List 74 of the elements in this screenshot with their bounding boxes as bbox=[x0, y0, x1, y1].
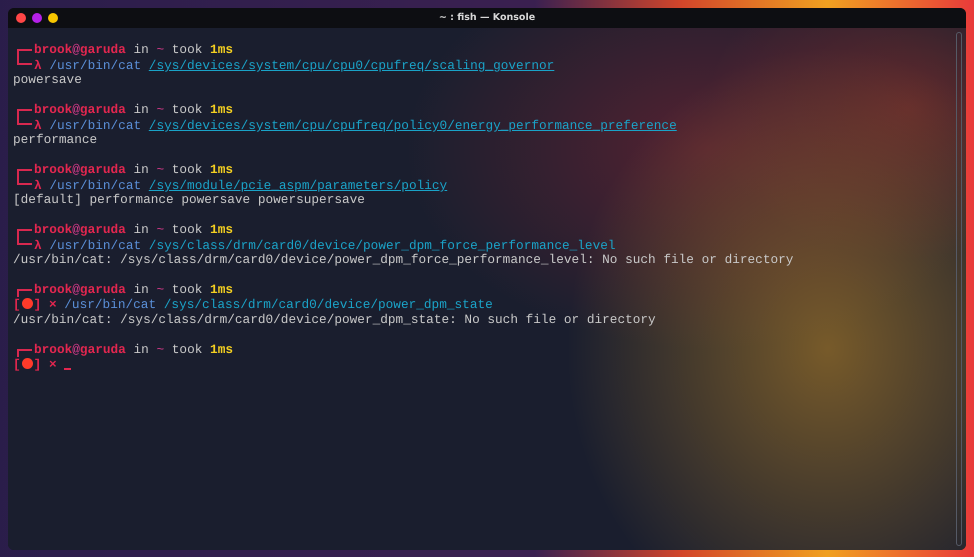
prompt-symbol: λ bbox=[34, 238, 42, 253]
prompt-connector-icon bbox=[17, 289, 32, 297]
username: brook bbox=[34, 342, 72, 357]
command-argument: /sys/devices/system/cpu/cpufreq/policy0/energy_performance_preference bbox=[148, 118, 677, 133]
hostname: garuda bbox=[80, 162, 126, 177]
command-output: powersave bbox=[13, 72, 83, 87]
command-output: [default] performance powersave powersupersave bbox=[13, 192, 366, 207]
prompt-word: in bbox=[134, 102, 149, 117]
prompt-word: took bbox=[172, 42, 202, 57]
scrollbar[interactable] bbox=[956, 32, 962, 546]
duration: 1ms bbox=[210, 282, 234, 297]
maximize-button[interactable] bbox=[32, 13, 42, 23]
prompt-word: in bbox=[134, 342, 149, 357]
directory: ~ bbox=[156, 42, 164, 57]
command-argument: /sys/class/drm/card0/device/power_dpm_state bbox=[164, 297, 493, 312]
username: brook bbox=[34, 222, 72, 237]
username: brook bbox=[34, 162, 72, 177]
close-button[interactable] bbox=[16, 13, 26, 23]
prompt-word: took bbox=[172, 222, 202, 237]
duration: 1ms bbox=[210, 162, 234, 177]
directory: ~ bbox=[156, 102, 164, 117]
command-output: performance bbox=[13, 132, 98, 147]
hostname: garuda bbox=[80, 102, 126, 117]
username: brook bbox=[34, 102, 72, 117]
prompt-symbol: × bbox=[48, 297, 57, 312]
duration: 1ms bbox=[210, 42, 234, 57]
command: /usr/bin/cat bbox=[49, 178, 142, 193]
command-argument: /sys/devices/system/cpu/cpu0/cpufreq/scaling_governor bbox=[148, 58, 554, 73]
at-sign: @ bbox=[72, 222, 80, 237]
prompt-word: took bbox=[172, 102, 202, 117]
bracket: [ bbox=[13, 297, 21, 312]
hostname: garuda bbox=[80, 42, 126, 57]
window-title: ~ : fish — Konsole bbox=[438, 10, 536, 25]
command-argument: /sys/class/drm/card0/device/power_dpm_force_performance_level bbox=[148, 238, 616, 253]
duration: 1ms bbox=[210, 222, 234, 237]
prompt-word: took bbox=[172, 282, 202, 297]
hostname: garuda bbox=[80, 342, 126, 357]
command: /usr/bin/cat bbox=[49, 58, 142, 73]
command: /usr/bin/cat bbox=[49, 238, 142, 253]
command: /usr/bin/cat bbox=[64, 297, 156, 312]
prompt-symbol: λ bbox=[34, 58, 42, 73]
bracket: ] bbox=[34, 357, 42, 372]
prompt-symbol: λ bbox=[34, 178, 42, 193]
command-output: /usr/bin/cat: /sys/class/drm/card0/device/power_dpm_state: No such file or directory bbox=[13, 312, 657, 327]
bracket: ] bbox=[34, 297, 42, 312]
prompt-word: took bbox=[172, 162, 202, 177]
at-sign: @ bbox=[72, 282, 80, 297]
hostname: garuda bbox=[80, 282, 126, 297]
command: /usr/bin/cat bbox=[49, 118, 142, 133]
at-sign: @ bbox=[72, 162, 80, 177]
username: brook bbox=[34, 42, 72, 57]
prompt-word: in bbox=[134, 282, 149, 297]
prompt-symbol: × bbox=[48, 357, 57, 372]
prompt-word: took bbox=[172, 342, 202, 357]
directory: ~ bbox=[156, 222, 164, 237]
username: brook bbox=[34, 282, 72, 297]
prompt-word: in bbox=[134, 42, 149, 57]
hostname: garuda bbox=[80, 222, 126, 237]
directory: ~ bbox=[156, 162, 164, 177]
command-output: /usr/bin/cat: /sys/class/drm/card0/device/power_dpm_force_performance_level: No such file or directory bbox=[13, 252, 794, 267]
at-sign: @ bbox=[72, 102, 80, 117]
prompt-word: in bbox=[134, 162, 149, 177]
bracket: [ bbox=[13, 357, 21, 372]
directory: ~ bbox=[156, 342, 164, 357]
at-sign: @ bbox=[72, 42, 80, 57]
command-argument: /sys/module/pcie_aspm/parameters/policy bbox=[148, 178, 448, 193]
minimize-button[interactable] bbox=[48, 13, 58, 23]
duration: 1ms bbox=[210, 342, 234, 357]
duration: 1ms bbox=[210, 102, 234, 117]
prompt-word: in bbox=[134, 222, 149, 237]
prompt-symbol: λ bbox=[34, 118, 42, 133]
prompt-connector-icon bbox=[17, 349, 32, 357]
at-sign: @ bbox=[72, 342, 80, 357]
directory: ~ bbox=[156, 282, 164, 297]
